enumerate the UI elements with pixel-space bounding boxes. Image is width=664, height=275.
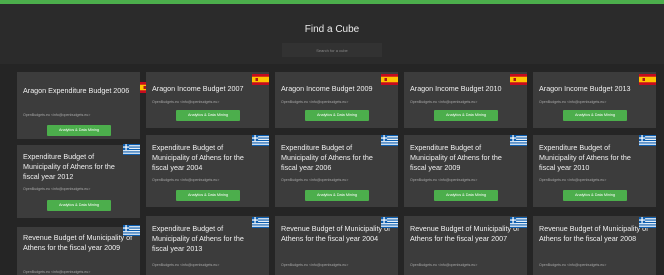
greece-flag-icon [123, 225, 140, 236]
cube-card: Revenue Budget of Municipality of Athens… [275, 216, 398, 275]
cube-card: Aragon Income Budget 2009 OpenBudgets.eu… [275, 72, 398, 128]
cube-author: OpenBudgets.eu <info@openbudgets.eu> [539, 100, 607, 104]
cube-title: Expenditure Budget of Municipality of At… [539, 143, 631, 172]
cube-card: Aragon Income Budget 2010 OpenBudgets.eu… [404, 72, 527, 128]
analytics-button[interactable]: Analytics & Data Mining [47, 125, 111, 136]
cube-author: OpenBudgets.eu <info@openbudgets.eu> [539, 178, 607, 182]
cube-title: Expenditure Budget of Municipality of At… [152, 143, 244, 172]
analytics-button[interactable]: Analytics & Data Mining [305, 190, 369, 201]
cube-title: Expenditure Budget of Municipality of At… [281, 143, 373, 172]
analytics-button[interactable]: Analytics & Data Mining [305, 110, 369, 121]
greece-flag-icon [381, 217, 398, 228]
cube-author: OpenBudgets.eu <info@openbudgets.eu> [152, 100, 220, 104]
analytics-button[interactable]: Analytics & Data Mining [176, 190, 240, 201]
cube-title: Revenue Budget of Municipality of Athens… [410, 224, 520, 243]
cube-card: Aragon Income Budget 2013 OpenBudgets.eu… [533, 72, 656, 128]
cube-author: OpenBudgets.eu <info@openbudgets.eu> [23, 187, 91, 191]
greece-flag-icon [252, 135, 269, 146]
analytics-button[interactable]: Analytics & Data Mining [563, 110, 627, 121]
greece-flag-icon [252, 217, 269, 228]
greece-flag-icon [510, 217, 527, 228]
cube-title: Aragon Expenditure Budget 2006 [23, 86, 130, 95]
header: Find a Cube [0, 4, 664, 64]
cube-title: Expenditure Budget of Municipality of At… [152, 224, 244, 253]
analytics-button[interactable]: Analytics & Data Mining [176, 110, 240, 121]
cube-card: Revenue Budget of Municipality of Athens… [17, 225, 140, 275]
cube-author: OpenBudgets.eu <info@openbudgets.eu> [23, 270, 91, 274]
search-input[interactable] [282, 43, 382, 57]
cube-author: OpenBudgets.eu <info@openbudgets.eu> [281, 100, 349, 104]
cube-title: Aragon Income Budget 2007 [152, 84, 244, 93]
greece-flag-icon [123, 144, 140, 155]
cube-card: Expenditure Budget of Municipality of At… [533, 135, 656, 207]
cube-card: Aragon Income Budget 2007 OpenBudgets.eu… [146, 72, 269, 128]
greece-flag-icon [381, 135, 398, 146]
spain-flag-icon [252, 74, 269, 85]
greece-flag-icon [639, 217, 656, 228]
cube-title: Revenue Budget of Municipality of Athens… [539, 224, 649, 243]
greece-flag-icon [510, 135, 527, 146]
cube-title: Expenditure Budget of Municipality of At… [23, 152, 115, 181]
cube-title: Revenue Budget of Municipality of Athens… [23, 233, 133, 252]
cube-author: OpenBudgets.eu <info@openbudgets.eu> [152, 178, 220, 182]
cube-author: OpenBudgets.eu <info@openbudgets.eu> [539, 263, 607, 267]
cube-title: Aragon Income Budget 2013 [539, 84, 631, 93]
cube-author: OpenBudgets.eu <info@openbudgets.eu> [281, 263, 349, 267]
cube-author: OpenBudgets.eu <info@openbudgets.eu> [152, 263, 220, 267]
cube-card: Expenditure Budget of Municipality of At… [404, 135, 527, 207]
cube-author: OpenBudgets.eu <info@openbudgets.eu> [410, 100, 478, 104]
cube-title: Aragon Income Budget 2010 [410, 84, 502, 93]
cube-title: Aragon Income Budget 2009 [281, 84, 373, 93]
page-title: Find a Cube [304, 24, 360, 35]
cube-author: OpenBudgets.eu <info@openbudgets.eu> [23, 113, 91, 117]
analytics-button[interactable]: Analytics & Data Mining [434, 110, 498, 121]
analytics-button[interactable]: Analytics & Data Mining [563, 190, 627, 201]
cube-card: Revenue Budget of Municipality of Athens… [533, 216, 656, 275]
cube-title: Revenue Budget of Municipality of Athens… [281, 224, 391, 243]
cube-title: Expenditure Budget of Municipality of At… [410, 143, 502, 172]
spain-flag-icon [510, 74, 527, 85]
spain-flag-icon [381, 74, 398, 85]
cube-card: Expenditure Budget of Municipality of At… [275, 135, 398, 207]
cube-card: Expenditure Budget of Municipality of At… [146, 135, 269, 207]
cube-author: OpenBudgets.eu <info@openbudgets.eu> [410, 263, 478, 267]
cube-grid: Aragon Expenditure Budget 2006 OpenBudge… [0, 64, 664, 275]
spain-flag-icon [639, 74, 656, 85]
cube-card: Expenditure Budget of Municipality of At… [146, 216, 269, 275]
analytics-button[interactable]: Analytics & Data Mining [434, 190, 498, 201]
cube-author: OpenBudgets.eu <info@openbudgets.eu> [410, 178, 478, 182]
cube-card: Expenditure Budget of Municipality of At… [17, 144, 140, 218]
greece-flag-icon [639, 135, 656, 146]
cube-author: OpenBudgets.eu <info@openbudgets.eu> [281, 178, 349, 182]
cube-card: Aragon Expenditure Budget 2006 OpenBudge… [17, 72, 157, 139]
analytics-button[interactable]: Analytics & Data Mining [47, 200, 111, 211]
cube-card: Revenue Budget of Municipality of Athens… [404, 216, 527, 275]
